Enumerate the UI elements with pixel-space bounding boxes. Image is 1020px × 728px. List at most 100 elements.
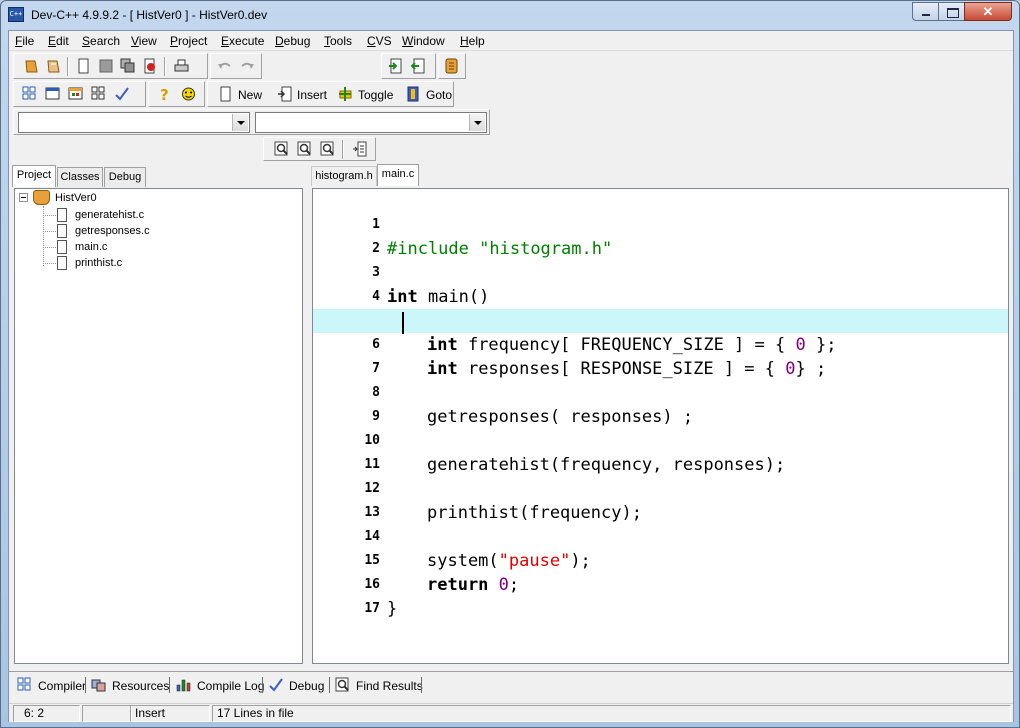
- code-line[interactable]: 17: [313, 573, 1008, 616]
- redo-button[interactable]: [238, 57, 257, 75]
- compile-run-button[interactable]: [66, 85, 85, 103]
- code-line[interactable]: 16 }: [313, 549, 1008, 619]
- compile-button[interactable]: [20, 85, 39, 103]
- tab-compiler[interactable]: Compiler: [15, 675, 86, 695]
- member-combo[interactable]: [255, 112, 487, 133]
- compiler-icon: [17, 677, 31, 691]
- new-class-icon: [220, 86, 231, 102]
- tree-file-generatehist[interactable]: generatehist.c: [43, 207, 243, 223]
- collapse-icon[interactable]: [19, 193, 28, 202]
- menu-edit[interactable]: Edit: [48, 34, 69, 48]
- close-file-button[interactable]: [140, 57, 159, 75]
- code-line[interactable]: 9: [313, 381, 1008, 424]
- status-line-count: 17 Lines in file: [212, 705, 1011, 722]
- tab-separator: [169, 677, 171, 693]
- project-options-button[interactable]: [442, 57, 461, 75]
- tab-debug-output[interactable]: Debug: [266, 675, 326, 695]
- tree-connector: [43, 263, 56, 264]
- main-toolbar: [13, 53, 208, 79]
- status-cursor-position: 6: 2: [13, 705, 80, 722]
- insert-label: Insert: [297, 88, 328, 102]
- code-line[interactable]: 7: [313, 333, 1008, 376]
- save-button[interactable]: [96, 57, 115, 75]
- minimize-button[interactable]: [912, 2, 939, 21]
- goto-bookmark-button[interactable]: Goto: [406, 85, 452, 105]
- tab-project[interactable]: Project: [12, 165, 56, 187]
- code-line[interactable]: 10 generatehist(frequency, responses);: [313, 405, 1008, 475]
- status-modified: [82, 705, 132, 722]
- tab-debug[interactable]: Debug: [104, 167, 146, 187]
- goto-line-button[interactable]: [350, 140, 369, 158]
- magnifier-icon: [274, 141, 288, 156]
- new-file-button[interactable]: [74, 57, 93, 75]
- menu-view[interactable]: View: [131, 34, 157, 48]
- insert-button[interactable]: Insert: [277, 85, 333, 105]
- menu-file[interactable]: File: [15, 34, 34, 48]
- print-button[interactable]: [172, 57, 191, 75]
- help-button[interactable]: ?: [155, 85, 174, 103]
- code-line[interactable]: 5 int frequency[ FREQUENCY_SIZE ] = { 0 …: [313, 285, 1008, 355]
- maximize-button[interactable]: [938, 2, 965, 21]
- tree-connector: [43, 215, 56, 216]
- devcpp-app-icon[interactable]: C++: [8, 7, 24, 22]
- tree-file-getresponses[interactable]: getresponses.c: [43, 223, 243, 239]
- title-bar[interactable]: C++ Dev-C++ 4.9.9.2 - [ HistVer0 ] - His…: [1, 1, 1019, 31]
- code-line[interactable]: 11: [313, 429, 1008, 472]
- print-icon: [174, 59, 189, 72]
- tab-compile-log[interactable]: Compile Log: [174, 675, 264, 695]
- code-line[interactable]: 15 return 0;: [313, 525, 1008, 595]
- menu-help[interactable]: Help: [460, 34, 485, 48]
- open-file-button[interactable]: [44, 57, 63, 75]
- remove-from-project-button[interactable]: [409, 57, 428, 75]
- open-project-icon: [25, 60, 38, 73]
- chevron-down-icon[interactable]: [469, 114, 485, 131]
- file-icon: [57, 240, 67, 254]
- menu-cvs[interactable]: CVS: [367, 34, 392, 48]
- save-all-button[interactable]: [118, 57, 137, 75]
- tree-file-printhist[interactable]: printhist.c: [43, 255, 243, 271]
- toggle-bookmark-button[interactable]: Toggle: [338, 85, 398, 105]
- code-line-current[interactable]: 6 int responses[ RESPONSE_SIZE ] = { 0} …: [313, 309, 1008, 379]
- tab-main-c[interactable]: main.c: [377, 164, 419, 186]
- tab-find-results[interactable]: Find Results: [333, 675, 423, 695]
- menu-debug[interactable]: Debug: [275, 34, 310, 48]
- add-to-project-icon: [389, 58, 402, 74]
- code-line[interactable]: 2: [313, 213, 1008, 256]
- menu-execute[interactable]: Execute: [221, 34, 264, 48]
- code-line[interactable]: 3 int main(): [313, 237, 1008, 307]
- menu-window[interactable]: Window: [402, 34, 445, 48]
- code-line[interactable]: 8 getresponses( responses) ;: [313, 357, 1008, 427]
- class-combo[interactable]: [18, 112, 250, 133]
- add-to-project-button[interactable]: [386, 57, 405, 75]
- code-line[interactable]: 1 #include "histogram.h": [313, 189, 1008, 259]
- close-button[interactable]: ✕: [964, 2, 1012, 21]
- undo-icon: [218, 62, 231, 69]
- code-editor[interactable]: 1 #include "histogram.h" 2 3 int main() …: [312, 188, 1009, 664]
- code-line[interactable]: 14 system("pause");: [313, 501, 1008, 571]
- tab-histogram-h[interactable]: histogram.h: [311, 166, 377, 186]
- about-button[interactable]: [179, 85, 198, 103]
- open-project-button[interactable]: [22, 57, 41, 75]
- zoom-button-3[interactable]: [318, 140, 337, 158]
- code-line[interactable]: 12 printhist(frequency);: [313, 453, 1008, 523]
- run-button[interactable]: [43, 85, 62, 103]
- chevron-down-icon[interactable]: [232, 114, 248, 131]
- menu-search[interactable]: Search: [82, 34, 120, 48]
- rebuild-all-button[interactable]: [89, 85, 108, 103]
- tab-separator: [421, 677, 423, 693]
- tab-resources[interactable]: Resources: [89, 675, 169, 695]
- code-line[interactable]: 4 {: [313, 261, 1008, 331]
- code-line[interactable]: 13: [313, 477, 1008, 520]
- menu-tools[interactable]: Tools: [324, 34, 352, 48]
- check-syntax-button[interactable]: [112, 85, 131, 103]
- tab-classes[interactable]: Classes: [57, 167, 103, 187]
- zoom-button-1[interactable]: [272, 140, 291, 158]
- menu-project[interactable]: Project: [170, 34, 207, 48]
- new-class-button[interactable]: New: [218, 85, 266, 105]
- tree-file-main[interactable]: main.c: [43, 239, 243, 255]
- remove-from-project-icon: [411, 58, 425, 74]
- undo-button[interactable]: [215, 57, 234, 75]
- checkmark-icon: [269, 678, 283, 692]
- zoom-button-2[interactable]: [295, 140, 314, 158]
- tree-connector: [43, 231, 56, 232]
